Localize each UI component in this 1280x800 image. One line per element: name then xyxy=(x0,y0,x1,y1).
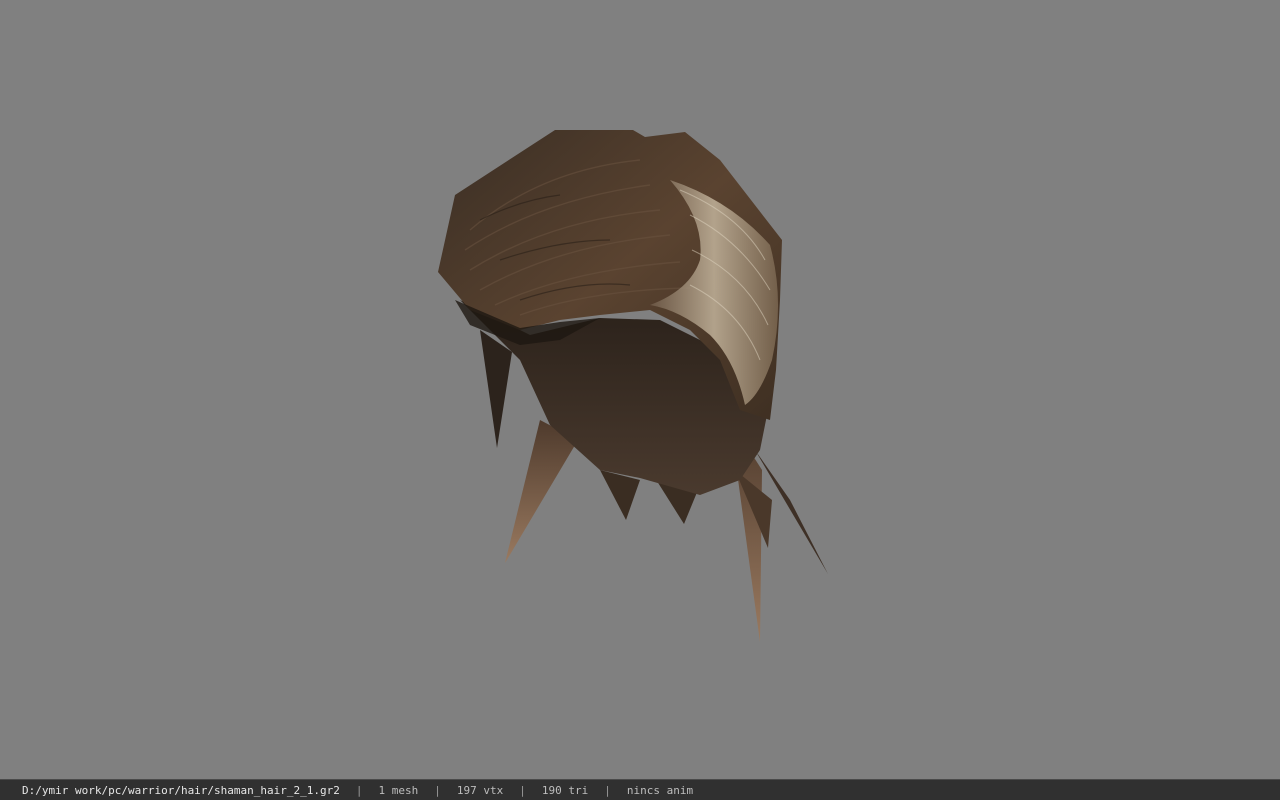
triangle-count: 190 tri xyxy=(541,783,589,797)
file-path: D:/ymir work/pc/warrior/hair/shaman_hair… xyxy=(22,783,340,797)
hair-strand-lower-left xyxy=(505,420,578,563)
3d-viewport[interactable] xyxy=(0,0,1280,779)
mesh-count: 1 mesh xyxy=(378,783,419,797)
separator: | xyxy=(355,783,363,797)
separator: | xyxy=(604,783,611,797)
hair-model xyxy=(438,130,828,642)
separator: | xyxy=(434,783,441,797)
status-bar: D:/ymir work/pc/warrior/hair/shaman_hair… xyxy=(0,779,1280,800)
vertex-count: 197 vtx xyxy=(456,783,504,797)
anim-status: nincs anim xyxy=(626,783,694,797)
separator: | xyxy=(519,783,526,797)
hair-strand-left-tip xyxy=(480,330,512,448)
hair-strand-center-left xyxy=(600,470,640,520)
